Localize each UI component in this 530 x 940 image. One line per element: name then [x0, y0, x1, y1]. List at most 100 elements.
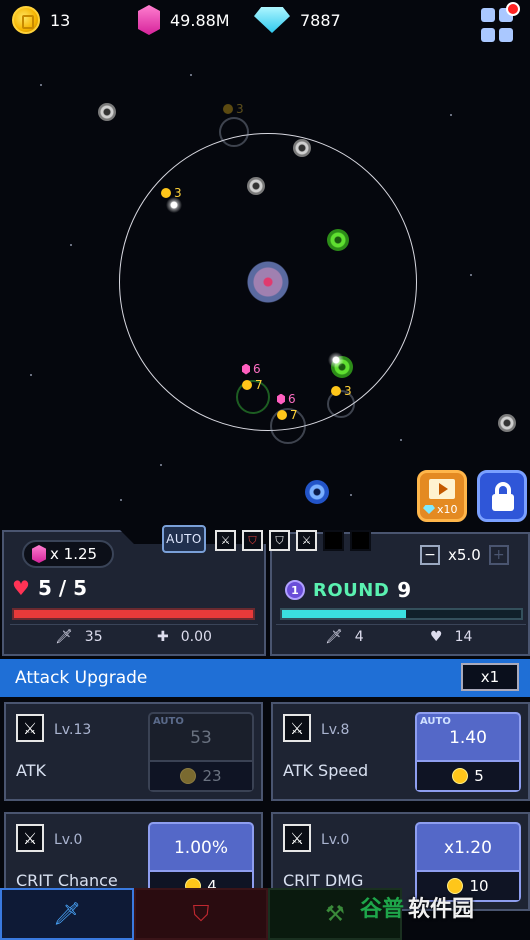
crit-damage-icon: ⚔ — [283, 824, 311, 852]
enemy-blue — [305, 480, 329, 504]
hit-spark — [328, 352, 344, 368]
round-badge: 1 — [285, 580, 305, 600]
tab-defense[interactable]: ⛉ — [134, 888, 268, 940]
coin-counter: 13 — [12, 6, 70, 34]
auto-skill-toggle[interactable]: AUTO — [162, 525, 206, 553]
round-number: 9 — [397, 578, 412, 602]
watermark: 谷普 软件园 — [360, 890, 530, 924]
video-reward: x10 — [437, 503, 458, 516]
enemy-gray — [98, 103, 116, 121]
regen-icon: ✚ — [157, 629, 169, 645]
gem-plus-icon — [32, 545, 46, 563]
enemy-gray — [247, 177, 265, 195]
sword-icon: ⚔ — [16, 714, 44, 742]
coin-drop: 3 — [331, 384, 352, 398]
gem-multiplier: x 1.25 — [22, 540, 114, 568]
tools-icon: ⚒ — [325, 901, 345, 927]
shield-icon: ⛉ — [275, 533, 284, 547]
upgrade-card-atk: ⚔ Lv.13 ATK AUTO 53 23 — [4, 702, 263, 801]
health-bar — [12, 608, 255, 620]
skill-slot-empty — [323, 530, 344, 551]
attack-stat: 🗡 35 — [55, 629, 103, 645]
heart-icon: ♥ — [430, 629, 443, 645]
upgrade-cost: 23 — [202, 767, 222, 785]
upgrade-level: Lv.0 — [54, 832, 83, 848]
enemy-health-stat: ♥ 14 — [430, 629, 472, 645]
speed-value: x5.0 — [448, 546, 481, 564]
upgrade-value: 53 — [190, 728, 212, 748]
coin-icon — [452, 768, 469, 784]
shield-icon: ⛉ — [248, 533, 257, 547]
skill-slot-shield[interactable]: ⛉ — [242, 530, 263, 551]
diamond-icon — [423, 505, 435, 514]
enemy-attack-stat: 🗡 4 — [325, 629, 364, 645]
skill-slot-shield-2[interactable]: ⛉ — [269, 530, 290, 551]
watermark-part1: 谷普 — [360, 897, 405, 922]
round-label: ROUND — [313, 579, 390, 601]
upgrade-value: 1.40 — [449, 728, 487, 748]
crit-sword-icon: ⚔ — [16, 824, 44, 852]
auto-tag: AUTO — [420, 716, 451, 727]
coin-drop: 7 — [277, 408, 298, 422]
enemy-attack-value: 4 — [354, 629, 364, 645]
skill-slot-sword[interactable]: ⚔ — [215, 530, 236, 551]
diamond-count: 7887 — [300, 10, 341, 30]
upgrade-name: ATK — [16, 761, 46, 780]
skill-slot-speed[interactable]: ⚔ — [296, 530, 317, 551]
coin-count: 13 — [50, 10, 71, 30]
grid-icon — [481, 8, 495, 22]
upgrade-name: ATK Speed — [283, 761, 369, 780]
upgrade-level: Lv.13 — [54, 722, 92, 738]
coin-drop: 3 — [161, 186, 182, 200]
enemy-green — [327, 229, 349, 251]
coin-icon — [180, 768, 197, 784]
upgrade-value: x1.20 — [444, 838, 492, 858]
coin-icon — [12, 6, 40, 34]
gem-icon — [138, 5, 160, 35]
heart-icon: ♥ — [12, 576, 30, 600]
shield-icon: ⛉ — [192, 901, 210, 927]
buy-multiplier-button[interactable]: x1 — [461, 663, 519, 691]
battlefield[interactable]: 3 3 6 7 6 7 3 — [0, 44, 530, 528]
upgrade-title: Attack Upgrade — [15, 668, 148, 688]
sword-icon: ⚔ — [220, 534, 231, 547]
upgrade-card-atk-speed: ⚔ Lv.8 ATK Speed AUTO 1.40 5 — [271, 702, 530, 801]
sword-icon: 🗡 — [325, 629, 343, 645]
coin-drop: 3 — [223, 102, 244, 116]
upgrade-value: 1.00% — [173, 838, 228, 858]
game-speed-control: − x5.0 + — [420, 544, 509, 566]
diamond-icon — [254, 7, 290, 33]
upgrade-buy-button[interactable]: AUTO 1.40 5 — [415, 712, 521, 792]
play-icon — [439, 483, 448, 495]
gem-multiplier-value: x 1.25 — [50, 545, 98, 563]
health-value: 5 / 5 — [37, 576, 87, 600]
skill-slot-empty — [350, 530, 371, 551]
enemy-gray — [293, 139, 311, 157]
watch-video-button[interactable]: x10 — [417, 470, 467, 522]
speed-increase-button[interactable]: + — [488, 545, 509, 565]
speed-decrease-button[interactable]: − — [420, 545, 440, 565]
gem-drop: 6 — [242, 362, 261, 376]
coin-drop: 7 — [242, 378, 263, 392]
sword-icon: 🗡 — [53, 901, 81, 927]
speed-sword-icon: ⚔ — [283, 714, 311, 742]
player-tower — [246, 260, 290, 304]
attack-value: 35 — [84, 629, 103, 645]
round-display: 1 ROUND 9 — [285, 578, 411, 602]
upgrade-buy-button[interactable]: AUTO 53 23 — [148, 712, 254, 792]
regen-value: 0.00 — [180, 629, 212, 645]
enemy-gray — [498, 414, 516, 432]
round-progress-bar — [280, 608, 523, 620]
enemy-health-value: 14 — [454, 629, 473, 645]
divider — [276, 624, 526, 625]
notification-badge — [506, 2, 520, 16]
lock-button[interactable] — [477, 470, 527, 522]
enemy-death-ring — [219, 117, 249, 147]
watermark-part2: 软件园 — [408, 897, 475, 922]
tab-attack[interactable]: 🗡 — [0, 888, 134, 940]
auto-tag: AUTO — [153, 716, 184, 727]
diamond-counter: 7887 — [254, 6, 341, 34]
regen-stat: ✚ 0.00 — [157, 629, 212, 645]
gem-count: 49.88M — [170, 10, 230, 30]
upgrade-level: Lv.0 — [321, 832, 350, 848]
